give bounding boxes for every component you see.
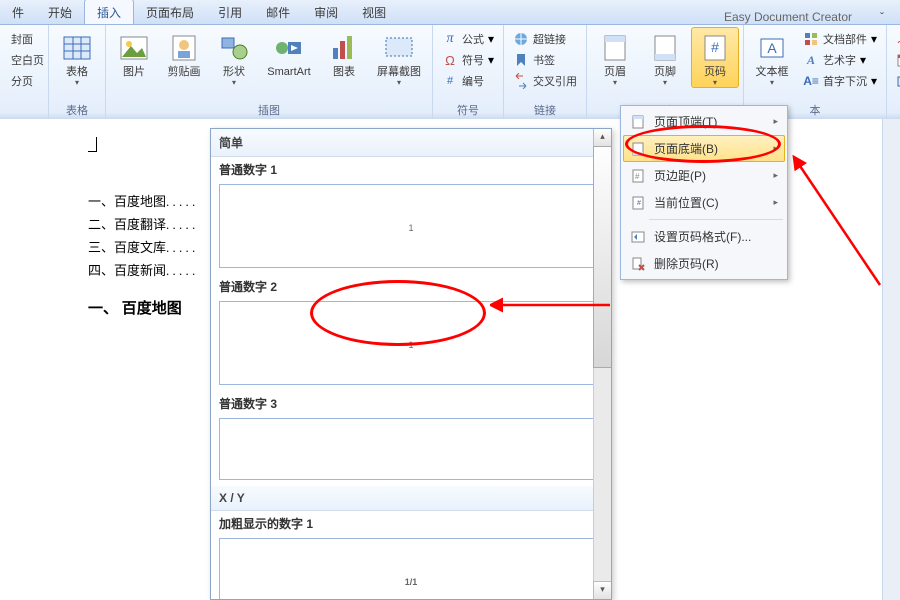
gallery-item-label[interactable]: 加粗显示的数字 1 [211, 511, 611, 536]
menu-separator [649, 219, 783, 220]
format-icon [630, 229, 646, 245]
tab-insert[interactable]: 插入 [84, 0, 134, 24]
gallery-item-label[interactable]: 普通数字 1 [211, 157, 611, 182]
text-cursor [88, 137, 97, 152]
group-label-table: 表格 [53, 101, 101, 120]
menu-page-bottom[interactable]: 页面底端(B)▸ [623, 135, 785, 162]
page-number-icon: # [699, 32, 731, 64]
bookmark-icon [513, 52, 529, 68]
crossref-icon [513, 73, 529, 89]
symbol-icon: Ω [442, 52, 458, 68]
tab-file[interactable]: 件 [0, 0, 36, 24]
tab-layout[interactable]: 页面布局 [134, 0, 206, 24]
picture-icon [118, 32, 150, 64]
signature-button[interactable]: 签名行 ▾ [891, 29, 900, 49]
gallery-preview[interactable]: 1/1 [219, 538, 603, 600]
group-label-symbols: 符号 [437, 101, 499, 120]
header-icon [599, 32, 631, 64]
footer-icon [649, 32, 681, 64]
page-number-menu: 页面顶端(T)▸ 页面底端(B)▸ #页边距(P)▸ #当前位置(C)▸ 设置页… [620, 105, 788, 280]
shapes-button[interactable]: 形状▾ [210, 27, 258, 88]
tab-home[interactable]: 开始 [36, 0, 84, 24]
hyperlink-icon [513, 31, 529, 47]
smartart-button[interactable]: SmartArt [260, 27, 318, 79]
tab-view[interactable]: 视图 [350, 0, 398, 24]
menu-page-top[interactable]: 页面顶端(T)▸ [623, 108, 785, 135]
svg-text:#: # [637, 200, 641, 207]
remove-icon [630, 256, 646, 272]
datetime-button[interactable]: 日期和时间 [891, 50, 900, 70]
gallery-scrollbar[interactable]: ▴ ▾ [593, 129, 611, 599]
menu-current-position[interactable]: #当前位置(C)▸ [623, 189, 785, 216]
object-button[interactable]: 对象 ▾ [891, 71, 900, 91]
picture-button[interactable]: 图片 [110, 27, 158, 79]
hyperlink-button[interactable]: 超链接 [508, 29, 582, 49]
symbol-button[interactable]: Ω符号 ▾ [437, 50, 499, 70]
textbox-icon: A [756, 32, 788, 64]
page-top-icon [630, 114, 646, 130]
gallery-preview[interactable]: 1 [219, 301, 603, 385]
bookmark-button[interactable]: 书签 [508, 50, 582, 70]
page-bottom-icon [630, 141, 646, 157]
wordart-button[interactable]: A艺术字 ▾ [798, 50, 882, 70]
screenshot-button[interactable]: 屏幕截图▾ [370, 27, 428, 88]
menu-remove-page-numbers[interactable]: 删除页码(R) [623, 250, 785, 277]
wordart-icon: A [803, 52, 819, 68]
table-button[interactable]: 表格▾ [53, 27, 101, 88]
chart-button[interactable]: 图表 [320, 27, 368, 79]
gallery-preview[interactable]: 1 [219, 184, 603, 268]
document-title: Easy Document Creator [724, 10, 872, 24]
gallery-item-label[interactable]: 普通数字 3 [211, 391, 611, 416]
signature-icon [896, 31, 900, 47]
chart-icon [328, 32, 360, 64]
dropcap-icon: A≡ [803, 73, 819, 89]
footer-button[interactable]: 页脚▾ [641, 27, 689, 88]
gallery-item-label[interactable]: 普通数字 2 [211, 274, 611, 299]
equation-icon: π [442, 31, 458, 47]
page-number-gallery: 简单 普通数字 1 1 普通数字 2 1 普通数字 3 X / Y 加粗显示的数… [210, 128, 612, 600]
svg-text:#: # [635, 172, 640, 181]
tab-references[interactable]: 引用 [206, 0, 254, 24]
menu-format-page-numbers[interactable]: 设置页码格式(F)... [623, 223, 785, 250]
page-number-button[interactable]: #页码▾ [691, 27, 739, 88]
table-icon [61, 32, 93, 64]
clipart-icon [168, 32, 200, 64]
scroll-down-icon[interactable]: ▾ [593, 581, 612, 600]
current-position-icon: # [630, 195, 646, 211]
blank-page-button[interactable]: 空白页 [6, 50, 49, 70]
group-label-illustrations: 插图 [110, 101, 428, 120]
shapes-icon [218, 32, 250, 64]
clipart-button[interactable]: 剪贴画 [160, 27, 208, 79]
group-label-links: 链接 [508, 101, 582, 120]
number-button[interactable]: #编号 [437, 71, 499, 91]
ribbon-minimize-icon[interactable]: ˇ [872, 10, 900, 24]
scroll-up-icon[interactable]: ▴ [593, 128, 612, 147]
number-icon: # [442, 73, 458, 89]
right-sidebar[interactable] [882, 119, 900, 600]
quickparts-button[interactable]: 文档部件 ▾ [798, 29, 882, 49]
textbox-button[interactable]: A文本框▾ [748, 27, 796, 88]
tab-mail[interactable]: 邮件 [254, 0, 302, 24]
dropcap-button[interactable]: A≡首字下沉 ▾ [798, 71, 882, 91]
tab-review[interactable]: 审阅 [302, 0, 350, 24]
datetime-icon [896, 52, 900, 68]
smartart-icon [273, 32, 305, 64]
gallery-header: 简单 [211, 129, 611, 157]
cover-page-button[interactable]: 封面 [6, 29, 49, 49]
svg-text:#: # [711, 39, 719, 55]
screenshot-icon [383, 32, 415, 64]
svg-text:A: A [767, 40, 777, 56]
ribbon-tabs: 件 开始 插入 页面布局 引用 邮件 审阅 视图 Easy Document C… [0, 0, 900, 25]
header-button[interactable]: 页眉▾ [591, 27, 639, 88]
scroll-thumb[interactable] [593, 146, 612, 368]
object-icon [896, 73, 900, 89]
page-break-button[interactable]: 分页 [6, 71, 49, 91]
gallery-preview[interactable] [219, 418, 603, 480]
quickparts-icon [803, 31, 819, 47]
gallery-header: X / Y [211, 486, 611, 511]
crossref-button[interactable]: 交叉引用 [508, 71, 582, 91]
menu-page-margin[interactable]: #页边距(P)▸ [623, 162, 785, 189]
page-margin-icon: # [630, 168, 646, 184]
equation-button[interactable]: π公式 ▾ [437, 29, 499, 49]
